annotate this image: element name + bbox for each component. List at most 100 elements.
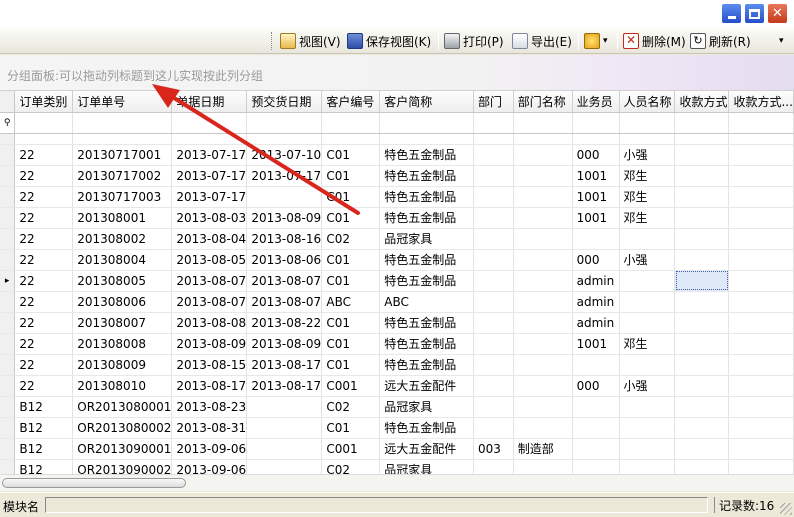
table-row[interactable]: 22 201308002 2013-08-04 2013-08-16 C02 品冠家具 [0, 228, 794, 250]
table-cell[interactable]: 22 [14, 270, 74, 292]
table-cell[interactable] [674, 186, 730, 208]
table-cell[interactable]: C01 [321, 312, 381, 334]
table-cell[interactable]: 20130717002 [72, 165, 173, 187]
table-cell[interactable] [513, 270, 573, 292]
options-dropdown[interactable]: ▾ [584, 31, 608, 51]
new-item-cell[interactable] [572, 133, 620, 145]
table-cell[interactable] [246, 396, 323, 418]
table-cell[interactable]: 201308001 [72, 207, 173, 229]
table-cell[interactable]: 003 [473, 438, 514, 460]
table-cell[interactable] [513, 249, 573, 271]
table-cell[interactable]: 2013-08-07 [246, 291, 323, 313]
table-cell[interactable] [674, 270, 730, 292]
table-cell[interactable]: C01 [321, 354, 381, 376]
table-cell[interactable] [728, 249, 794, 271]
table-cell[interactable] [513, 354, 573, 376]
maximize-button[interactable] [744, 3, 765, 24]
table-cell[interactable]: 201308006 [72, 291, 173, 313]
table-cell[interactable]: 特色五金制品 [379, 354, 474, 376]
table-cell[interactable]: 22 [14, 312, 74, 334]
auto-filter-row[interactable]: ⚲ [0, 112, 794, 134]
table-row[interactable]: 22 20130717001 2013-07-17 2013-07-10 C01 特色五金… [0, 144, 794, 166]
table-cell[interactable]: 2013-08-04 [171, 228, 248, 250]
new-item-cell[interactable] [171, 133, 248, 145]
table-row[interactable]: 22 20130717002 2013-07-17 2013-07-17 C01 特色五金… [0, 165, 794, 187]
table-cell[interactable] [246, 186, 323, 208]
filter-cell[interactable] [379, 112, 474, 134]
table-cell[interactable]: 特色五金制品 [379, 270, 474, 292]
filter-cell[interactable] [14, 112, 74, 134]
table-cell[interactable] [619, 417, 676, 439]
column-header[interactable]: 部门 [473, 91, 514, 113]
table-cell[interactable] [619, 270, 676, 292]
table-cell[interactable]: 邓生 [619, 333, 676, 355]
table-cell[interactable] [728, 144, 794, 166]
table-row[interactable]: 22 201308001 2013-08-03 2013-08-09 C01 特色五金制品… [0, 207, 794, 229]
row-indicator[interactable] [0, 375, 16, 397]
table-cell[interactable]: 2013-08-05 [171, 249, 248, 271]
table-cell[interactable] [619, 291, 676, 313]
table-cell[interactable]: 特色五金制品 [379, 165, 474, 187]
export-button[interactable]: 导出(E) [512, 31, 572, 51]
new-item-cell[interactable] [72, 133, 173, 145]
table-cell[interactable] [473, 165, 514, 187]
table-cell[interactable]: ABC [321, 291, 381, 313]
table-row[interactable]: B12 OR2013080001 2013-08-23 C02 品冠家具 [0, 396, 794, 418]
row-indicator[interactable] [0, 291, 16, 313]
table-cell[interactable] [513, 144, 573, 166]
column-header[interactable]: 客户简称 [379, 91, 474, 113]
table-cell[interactable] [246, 417, 323, 439]
new-item-cell[interactable] [473, 133, 514, 145]
table-cell[interactable] [473, 291, 514, 313]
table-cell[interactable]: 201308010 [72, 375, 173, 397]
table-cell[interactable] [473, 459, 514, 474]
table-cell[interactable]: C01 [321, 165, 381, 187]
table-cell[interactable] [473, 396, 514, 418]
horizontal-scrollbar[interactable] [0, 474, 794, 491]
table-cell[interactable] [572, 417, 620, 439]
table-cell[interactable]: 22 [14, 186, 74, 208]
table-cell[interactable]: 制造部 [513, 438, 573, 460]
table-cell[interactable]: OR2013090002 [72, 459, 173, 474]
row-indicator[interactable] [0, 207, 16, 229]
table-cell[interactable] [246, 459, 323, 474]
new-item-cell[interactable] [513, 133, 573, 145]
table-cell[interactable]: C001 [321, 438, 381, 460]
table-cell[interactable]: admin [572, 291, 620, 313]
table-cell[interactable]: admin [572, 270, 620, 292]
table-cell[interactable]: 2013-08-06 [246, 249, 323, 271]
new-item-cell[interactable] [619, 133, 676, 145]
column-header[interactable]: 客户编号 [321, 91, 381, 113]
table-cell[interactable]: 000 [572, 144, 620, 166]
table-cell[interactable] [572, 459, 620, 474]
table-cell[interactable] [674, 144, 730, 166]
table-cell[interactable] [728, 375, 794, 397]
table-cell[interactable] [674, 312, 730, 334]
table-cell[interactable]: 2013-07-17 [246, 165, 323, 187]
table-cell[interactable] [728, 228, 794, 250]
table-cell[interactable]: 特色五金制品 [379, 249, 474, 271]
table-cell[interactable] [513, 186, 573, 208]
table-cell[interactable]: B12 [14, 396, 74, 418]
table-cell[interactable]: B12 [14, 459, 74, 474]
table-cell[interactable] [619, 354, 676, 376]
new-item-cell[interactable] [14, 133, 74, 145]
table-cell[interactable] [473, 249, 514, 271]
table-cell[interactable] [674, 165, 730, 187]
table-cell[interactable]: 2013-08-09 [171, 333, 248, 355]
table-cell[interactable] [473, 186, 514, 208]
table-cell[interactable]: 22 [14, 228, 74, 250]
table-cell[interactable] [513, 165, 573, 187]
table-cell[interactable] [473, 375, 514, 397]
column-header[interactable]: 预交货日期 [246, 91, 323, 113]
new-item-cell[interactable] [246, 133, 323, 145]
table-cell[interactable] [728, 333, 794, 355]
table-cell[interactable]: 特色五金制品 [379, 144, 474, 166]
column-header[interactable]: 部门名称 [513, 91, 573, 113]
table-cell[interactable]: ABC [379, 291, 474, 313]
new-item-cell[interactable] [379, 133, 474, 145]
row-indicator[interactable] [0, 186, 16, 208]
table-cell[interactable] [728, 270, 794, 292]
table-cell[interactable] [728, 291, 794, 313]
toolbar-grip[interactable] [271, 32, 274, 50]
